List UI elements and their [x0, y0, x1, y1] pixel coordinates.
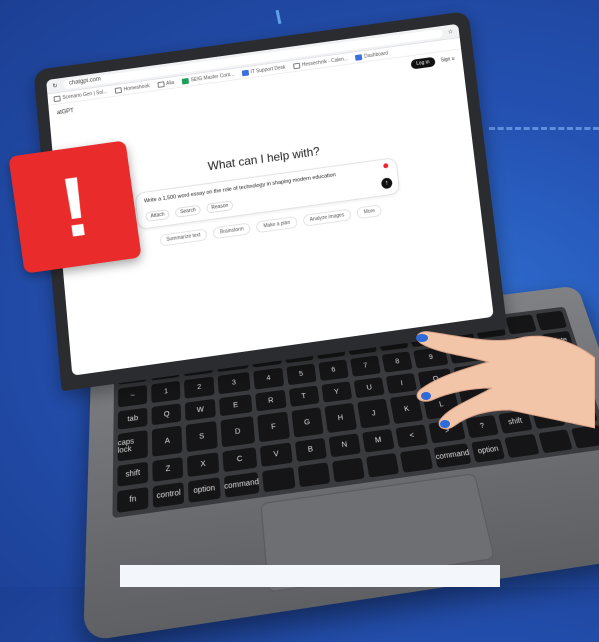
- tool-button-reason[interactable]: Reason: [206, 200, 234, 213]
- keyboard-key[interactable]: J: [357, 399, 390, 429]
- keyboard-key[interactable]: command: [434, 443, 472, 468]
- keyboard-key[interactable]: Y: [321, 381, 352, 403]
- keyboard-key[interactable]: W: [185, 399, 215, 422]
- keyboard-key[interactable]: Q: [152, 403, 182, 426]
- keyboard-key[interactable]: X: [187, 453, 218, 478]
- bookmark-icon: [182, 77, 189, 84]
- keyboard-key[interactable]: [332, 458, 365, 483]
- keyboard-key[interactable]: shift: [117, 462, 148, 487]
- tool-button-attach[interactable]: Attach: [145, 209, 170, 222]
- keyboard-key[interactable]: N: [328, 434, 361, 458]
- bookmark-icon: [157, 81, 164, 88]
- keyboard-key[interactable]: 5: [286, 363, 316, 385]
- keyboard-key[interactable]: C: [222, 447, 258, 472]
- app-name[interactable]: atGPT: [57, 108, 74, 116]
- keyboard-key[interactable]: F: [258, 412, 290, 443]
- bottom-strip: [120, 565, 500, 587]
- keyboard-key[interactable]: option: [471, 439, 505, 463]
- keyboard-key[interactable]: T: [288, 385, 319, 407]
- bookmark-label: Homeshook: [123, 83, 149, 92]
- star-icon[interactable]: ☆: [447, 28, 453, 35]
- keyboard-key[interactable]: G: [291, 408, 324, 438]
- keyboard-key[interactable]: 3: [217, 372, 251, 394]
- keyboard-key[interactable]: S: [186, 421, 217, 452]
- suggestion-chip[interactable]: Analyze images: [302, 208, 352, 226]
- warning-exclamation-icon: !: [8, 140, 141, 273]
- send-arrow-icon[interactable]: ↑: [381, 177, 393, 189]
- keyboard-key[interactable]: ~: [118, 385, 147, 407]
- keyboard-key[interactable]: H: [324, 403, 357, 433]
- suggestion-chip[interactable]: Summarize text: [159, 228, 208, 246]
- keyboard-key[interactable]: [400, 448, 434, 472]
- suggestion-chip[interactable]: Make a plan: [256, 216, 298, 233]
- tool-button-search[interactable]: Search: [175, 205, 201, 218]
- keyboard-key[interactable]: 2: [184, 376, 214, 398]
- keyboard-key[interactable]: tab: [118, 407, 148, 430]
- keyboard-key[interactable]: A: [152, 426, 183, 457]
- keyboard-key[interactable]: R: [255, 389, 286, 411]
- suggestion-chip[interactable]: Brainstorm: [213, 222, 252, 239]
- reload-icon[interactable]: ↻: [52, 82, 57, 89]
- bookmark-item[interactable]: Alia: [157, 79, 174, 87]
- signup-button[interactable]: Sign u: [440, 56, 454, 64]
- keyboard-key[interactable]: caps lock: [118, 430, 148, 461]
- keyboard-key[interactable]: V: [260, 443, 292, 467]
- keyboard-key[interactable]: 6: [318, 359, 349, 380]
- laptop: esc~1234567890-=deletetabQWERTYUIOP[]\ca…: [0, 0, 599, 587]
- keyboard-key[interactable]: M: [362, 429, 395, 453]
- keyboard-key[interactable]: D: [220, 417, 255, 448]
- bookmark-icon: [242, 69, 249, 76]
- keyboard-key[interactable]: Z: [153, 457, 184, 482]
- bookmark-icon: [53, 95, 60, 102]
- keyboard-key[interactable]: 4: [254, 367, 284, 389]
- keyboard-key[interactable]: [297, 462, 330, 487]
- keyboard-key[interactable]: control: [153, 482, 185, 508]
- keyboard-key[interactable]: 7: [350, 355, 381, 376]
- bookmark-icon: [115, 87, 122, 94]
- keyboard-key[interactable]: 1: [151, 381, 180, 403]
- hand: [400, 318, 595, 438]
- bookmark-icon: [355, 54, 362, 61]
- keyboard-key[interactable]: [262, 467, 295, 492]
- suggestion-chip[interactable]: More: [356, 204, 382, 219]
- bookmark-icon: [293, 62, 300, 69]
- keyboard-key[interactable]: fn: [117, 487, 149, 513]
- login-button[interactable]: Log in: [410, 57, 436, 70]
- bookmark-label: Alia: [166, 79, 175, 86]
- bookmark-label: Dashboard: [364, 50, 388, 59]
- keyboard-key[interactable]: [366, 453, 399, 478]
- keyboard-key[interactable]: B: [294, 438, 326, 462]
- keyboard-key[interactable]: command: [224, 472, 260, 498]
- keyboard-key[interactable]: U: [354, 377, 385, 399]
- alert-symbol: !: [54, 157, 95, 257]
- keyboard-key[interactable]: E: [219, 394, 253, 417]
- keyboard-key[interactable]: option: [188, 477, 220, 502]
